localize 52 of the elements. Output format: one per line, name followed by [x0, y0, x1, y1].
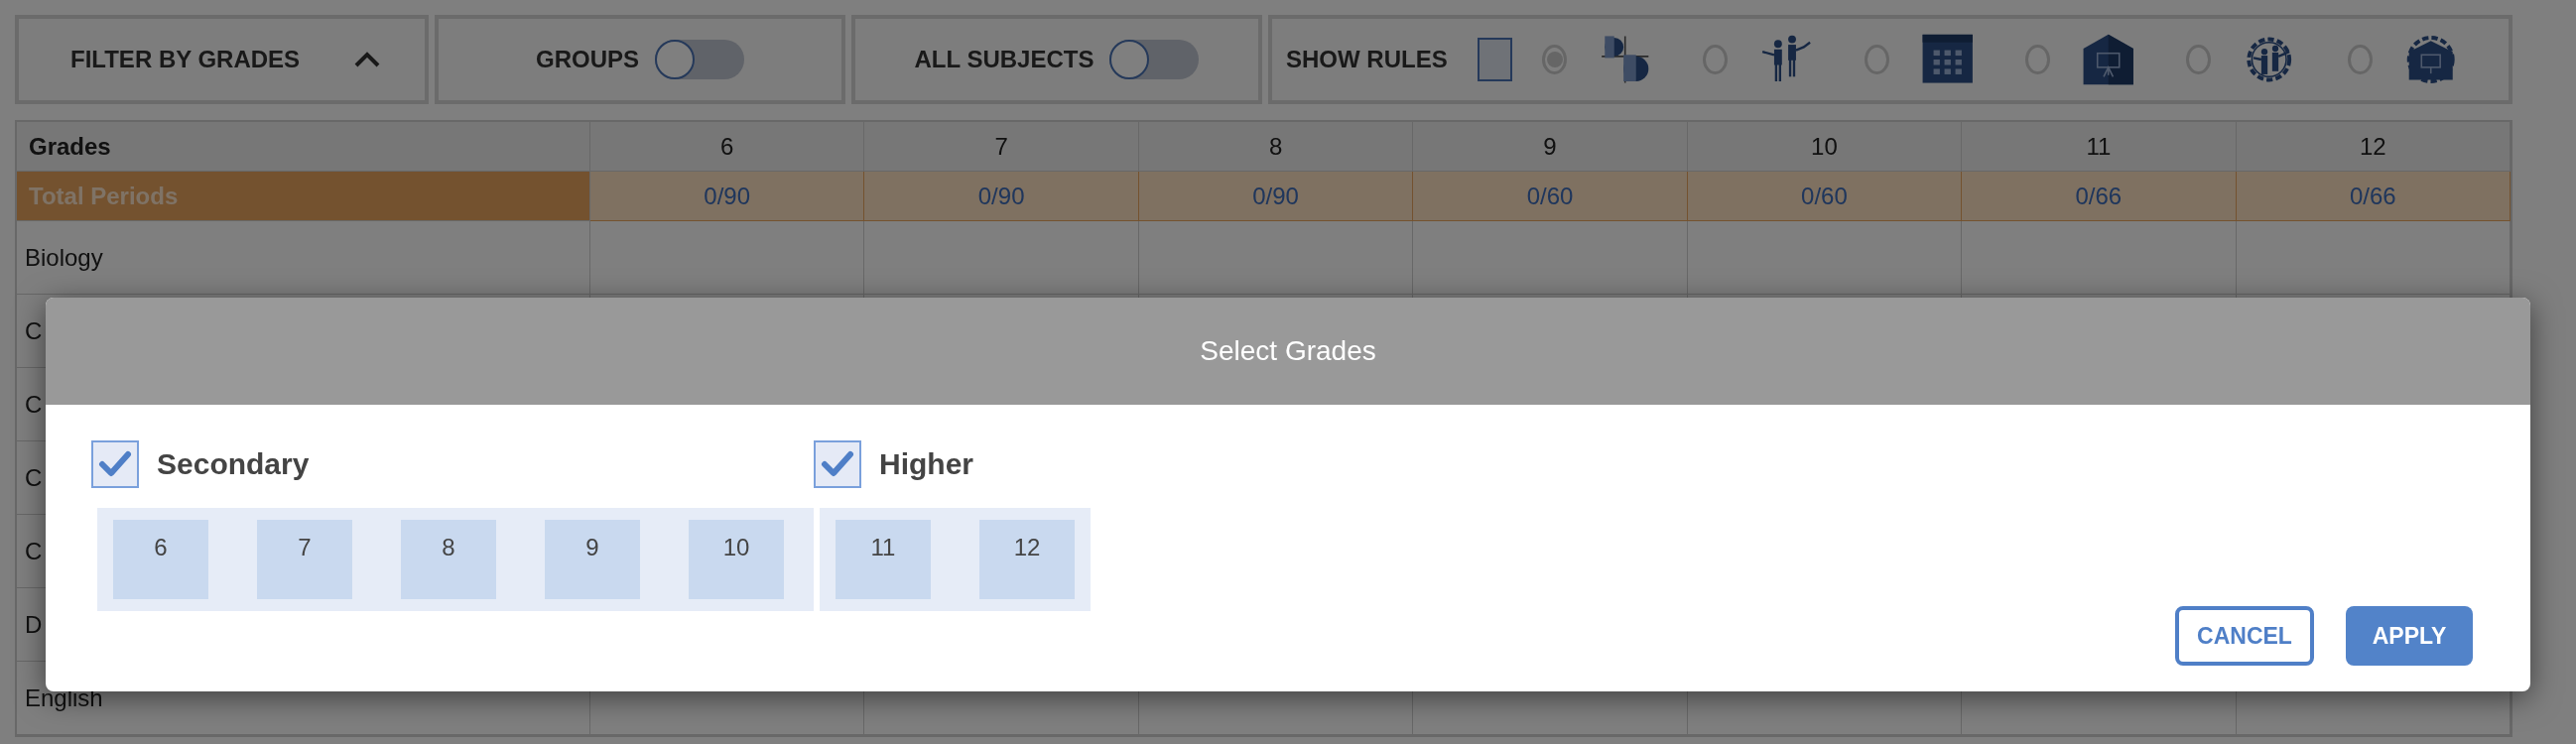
checkbox[interactable] — [91, 440, 139, 488]
radio-button[interactable] — [1864, 45, 1889, 74]
totals-cell: 0/66 — [2236, 172, 2511, 221]
toggle-switch[interactable] — [655, 40, 744, 79]
grade-tile[interactable]: 11 — [836, 520, 931, 599]
header-cell: 8 — [1138, 122, 1414, 172]
toggle-switch[interactable] — [1109, 40, 1200, 79]
totals-cell: 0/66 — [1962, 172, 2237, 221]
subject-name: D — [25, 610, 43, 639]
subject-name: C — [25, 390, 43, 419]
toggle-label: GROUPS — [536, 46, 639, 73]
filter-label: FILTER BY GRADES — [70, 46, 301, 73]
totals-cell: 0/90 — [864, 172, 1139, 221]
radio-button[interactable] — [2347, 45, 2373, 74]
subject-name: English — [25, 683, 103, 712]
header-cell: Grades — [17, 122, 590, 172]
header-cell: 12 — [2236, 122, 2511, 172]
group-label: Secondary — [157, 447, 310, 481]
apply-button[interactable]: APPLY — [2346, 606, 2473, 666]
totals-cell: 0/90 — [1138, 172, 1414, 221]
group-label: Higher — [879, 447, 973, 481]
header-cell: 6 — [590, 122, 865, 172]
grade-tile[interactable]: 6 — [113, 520, 208, 599]
subject-name: C — [25, 537, 43, 565]
rules-label: SHOW RULES — [1286, 46, 1448, 73]
header-cell: 11 — [1962, 122, 2237, 172]
radio-button[interactable] — [2186, 45, 2212, 74]
subject-name: C — [25, 316, 43, 345]
subject-name: Biology — [25, 243, 103, 272]
grade-tile[interactable]: 10 — [689, 520, 784, 599]
dialog-title: Select Grades — [46, 298, 2530, 405]
toggle-label: ALL SUBJECTS — [914, 46, 1095, 73]
radio-button[interactable] — [1542, 45, 1567, 74]
radio-button[interactable] — [1703, 45, 1729, 74]
header-cell: 7 — [864, 122, 1139, 172]
grade-tile[interactable]: 9 — [545, 520, 640, 599]
caret-icon[interactable] — [353, 50, 382, 69]
totals-cell: 0/60 — [1687, 172, 1963, 221]
totals-cell: 0/60 — [1413, 172, 1688, 221]
cancel-button[interactable]: CANCEL — [2175, 606, 2314, 666]
header-cell: 10 — [1687, 122, 1963, 172]
totals-cell: 0/90 — [590, 172, 865, 221]
check-icon — [98, 450, 132, 478]
checkbox[interactable] — [814, 440, 861, 488]
subject-name: C — [25, 463, 43, 492]
grade-tile[interactable]: 12 — [979, 520, 1075, 599]
grade-tile[interactable]: 8 — [401, 520, 496, 599]
header-cell: 9 — [1413, 122, 1688, 172]
checkbox[interactable] — [1477, 38, 1513, 81]
check-icon — [821, 450, 854, 478]
grade-tile[interactable]: 7 — [257, 520, 352, 599]
radio-button[interactable] — [2025, 45, 2050, 74]
